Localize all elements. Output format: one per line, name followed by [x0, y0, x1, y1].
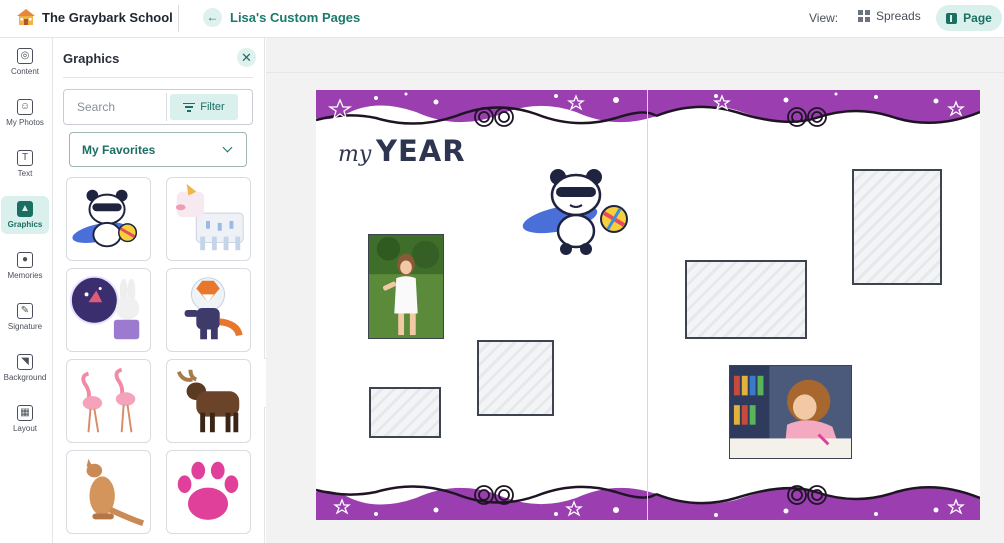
- rail-label: Background: [3, 373, 47, 382]
- category-select[interactable]: My Favorites: [69, 132, 247, 167]
- layout-icon: ▦: [17, 405, 33, 421]
- photo-girl-running[interactable]: [368, 234, 444, 339]
- page-icon: [946, 12, 958, 24]
- moose-graphic: [176, 369, 240, 433]
- photo-girl-drawing[interactable]: [729, 365, 852, 459]
- paw-print-graphic: [175, 459, 241, 523]
- panda-surfer-graphic: [72, 189, 138, 248]
- graphic-flamingos[interactable]: [66, 359, 151, 443]
- rail-label: Text: [17, 169, 33, 178]
- back-label: Lisa's Custom Pages: [230, 10, 361, 25]
- filter-icon: [183, 102, 196, 112]
- astronaut-fox-graphic: [184, 277, 243, 340]
- left-tool-rail: ◎ Content ☺ My Photos T Text ▲ Graphics …: [0, 38, 53, 543]
- astronaut-bunny-graphic: [69, 275, 140, 340]
- rail-label: Signature: [7, 322, 43, 331]
- page-view-button[interactable]: Page: [936, 5, 1002, 31]
- close-panel-button[interactable]: ✕: [237, 48, 256, 67]
- swirl-ornament-icon: [474, 107, 514, 127]
- dog-graphic: [175, 183, 244, 251]
- close-icon: ✕: [241, 50, 252, 65]
- rail-label: Graphics: [7, 220, 43, 229]
- school-house-icon: [17, 9, 35, 25]
- page-label: Page: [963, 11, 992, 25]
- rail-label: Layout: [12, 424, 38, 433]
- rail-item-layout[interactable]: ▦ Layout: [1, 400, 49, 438]
- graphics-icon: ▲: [17, 201, 33, 217]
- rail-item-my-photos[interactable]: ☺ My Photos: [1, 94, 49, 132]
- bottom-border-art: [316, 485, 980, 520]
- search-input[interactable]: [65, 91, 165, 123]
- filter-label: Filter: [200, 101, 225, 113]
- divider: [63, 77, 253, 78]
- page-title-big[interactable]: YEAR: [376, 134, 466, 168]
- photo-image: [369, 235, 443, 338]
- empty-photo-frame[interactable]: [685, 260, 807, 339]
- rail-item-memories[interactable]: ● Memories: [1, 247, 49, 285]
- empty-photo-frame[interactable]: [369, 387, 441, 438]
- kangaroo-graphic: [86, 458, 145, 527]
- memories-icon: ●: [17, 252, 33, 268]
- spreads-view-button[interactable]: Spreads: [858, 9, 921, 23]
- panda-sticker-graphic[interactable]: [518, 167, 638, 255]
- empty-photo-frame[interactable]: [477, 340, 554, 416]
- panel-title: Graphics: [63, 51, 120, 66]
- rail-label: Content: [10, 67, 40, 76]
- photos-icon: ☺: [17, 99, 33, 115]
- rail-item-graphics[interactable]: ▲ Graphics: [1, 196, 49, 234]
- photo-image: [730, 366, 851, 458]
- category-value: My Favorites: [82, 142, 156, 157]
- rail-item-background[interactable]: ◥ Background: [1, 349, 49, 387]
- page-spread[interactable]: my YEAR: [316, 90, 980, 520]
- graphic-astronaut-fox[interactable]: [166, 268, 251, 352]
- swirl-ornament-icon: [474, 485, 514, 505]
- content-icon: ◎: [17, 48, 33, 64]
- canvas-divider: [266, 72, 1004, 73]
- graphics-panel: Graphics ✕ Filter My Favorites: [53, 38, 265, 543]
- page-title-small[interactable]: my: [338, 142, 371, 167]
- view-label: View:: [809, 11, 839, 25]
- divider: [178, 5, 179, 32]
- swirl-ornament-icon: [787, 107, 827, 127]
- search-box: Filter: [63, 89, 253, 125]
- text-icon: T: [17, 150, 33, 166]
- signature-icon: ✎: [17, 303, 33, 319]
- rail-label: My Photos: [6, 118, 44, 127]
- empty-photo-frame[interactable]: [852, 169, 942, 285]
- arrow-left-icon: ←: [203, 8, 222, 27]
- graphic-paw-print[interactable]: [166, 450, 251, 534]
- filter-button[interactable]: Filter: [170, 94, 238, 120]
- graphic-moose[interactable]: [166, 359, 251, 443]
- swirl-ornament-icon: [787, 485, 827, 505]
- spreads-label: Spreads: [876, 9, 921, 23]
- chevron-down-icon: [222, 142, 233, 153]
- graphic-dog[interactable]: [166, 177, 251, 261]
- rail-item-signature[interactable]: ✎ Signature: [1, 298, 49, 336]
- flamingos-graphic: [81, 367, 136, 433]
- graphic-astronaut-bunny[interactable]: [66, 268, 151, 352]
- page-spine: [647, 90, 648, 520]
- graphic-kangaroo[interactable]: [66, 450, 151, 534]
- rail-item-content[interactable]: ◎ Content: [1, 43, 49, 81]
- school-brand: The Graybark School: [16, 8, 173, 26]
- top-border-art: [316, 90, 980, 125]
- top-bar: The Graybark School ← Lisa's Custom Page…: [0, 0, 1004, 38]
- graphic-panda-surfer[interactable]: [66, 177, 151, 261]
- divider: [166, 93, 167, 121]
- rail-item-text[interactable]: T Text: [1, 145, 49, 183]
- background-icon: ◥: [17, 354, 33, 370]
- back-to-pages-button[interactable]: ← Lisa's Custom Pages: [203, 8, 360, 27]
- school-name: The Graybark School: [42, 9, 173, 25]
- rail-label: Memories: [7, 271, 43, 280]
- grid-icon: [858, 10, 870, 22]
